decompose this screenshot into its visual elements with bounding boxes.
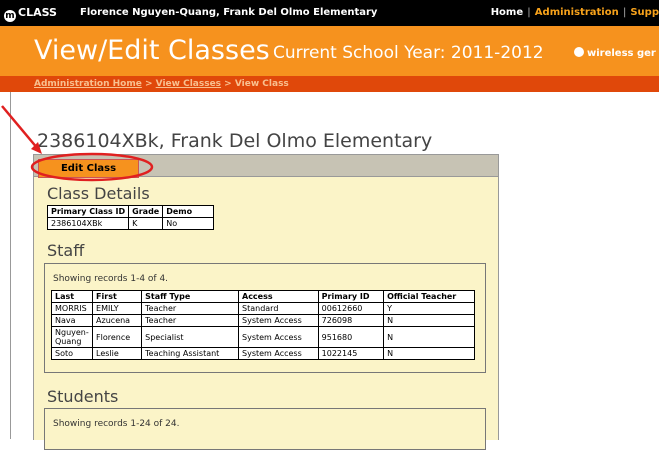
table-row: MORRIS EMILY Teacher Standard 00612660 Y [50,302,475,315]
class-details-table: Primary Class ID Grade Demo 2386104XBk K… [46,205,215,230]
breadcrumb-view-class: View Class [234,79,289,89]
table-row: Nguyen-Quang Florence Specialist System … [50,326,475,348]
class-details-title: Class Details [47,184,150,203]
table-row: Soto Leslie Teaching Assistant System Ac… [50,347,475,360]
staff-table: Last First Staff Type Access Primary ID … [50,290,475,360]
breadcrumb: Administration Home > View Classes > Vie… [34,79,289,89]
nav-support-link[interactable]: Supp [630,7,659,18]
highlight-ellipse-icon [30,152,154,182]
top-nav: Home | Administration | Supp [490,7,659,18]
students-title: Students [47,387,119,406]
school-year: Current School Year: 2011-2012 [273,43,544,63]
students-showing-records: Showing records 1-24 of 24. [53,419,180,429]
nav-home-link[interactable]: Home [491,7,523,18]
cell-grade: K [128,217,164,230]
header-demo: Demo [162,205,215,218]
brand-icon [574,47,584,57]
page-title: View/Edit Classes [34,35,270,66]
staff-section: Showing records 1-4 of 4. Last First Sta… [44,263,486,373]
nav-administration-link[interactable]: Administration [535,7,619,18]
staff-title: Staff [47,241,85,260]
page-header: View/Edit Classes Current School Year: 2… [0,26,659,76]
brand-logo: wireless ger [574,47,656,59]
header-primary-class-id: Primary Class ID [46,205,130,218]
students-section: Showing records 1-24 of 24. [44,408,486,450]
class-panel: Edit Class Class Details Primary Class I… [33,154,499,450]
breadcrumb-view-classes[interactable]: View Classes [156,79,221,89]
breadcrumb-bar: Administration Home > View Classes > Vie… [0,76,659,92]
class-title: 2386104XBk, Frank Del Olmo Elementary [37,130,433,152]
top-bar: m CLASS Florence Nguyen-Quang, Frank Del … [0,0,659,26]
app-logo: m CLASS [4,6,57,22]
user-name: Florence Nguyen-Quang, Frank Del Olmo El… [80,7,378,18]
header-grade: Grade [128,205,164,218]
table-row: Nava Azucena Teacher System Access 72609… [50,314,475,327]
cell-class-id: 2386104XBk [46,217,130,230]
cell-demo: No [162,217,215,230]
breadcrumb-admin-home[interactable]: Administration Home [34,79,142,89]
logo-icon: m [4,10,16,22]
staff-showing-records: Showing records 1-4 of 4. [53,274,169,284]
